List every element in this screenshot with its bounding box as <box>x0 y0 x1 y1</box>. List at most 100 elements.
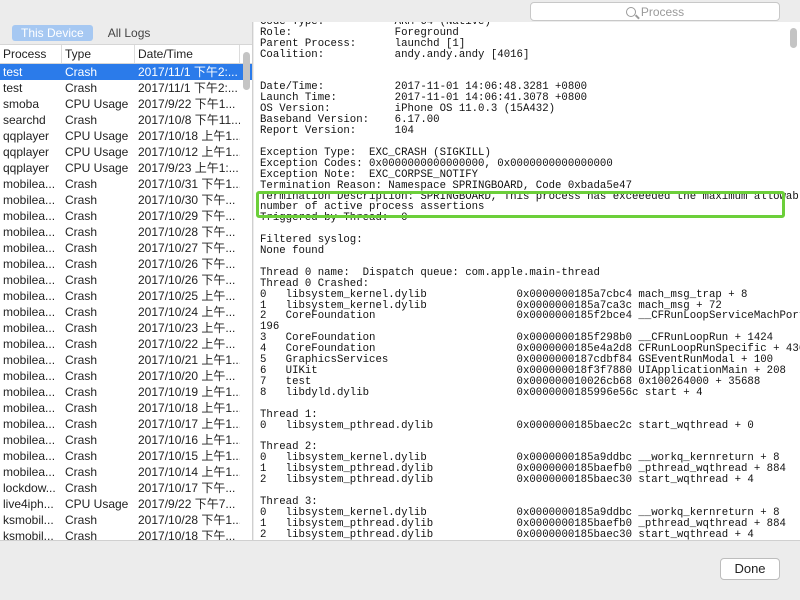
table-row[interactable]: mobilea... Crash 2017/10/16 上午1... <box>0 432 252 448</box>
row-type: CPU Usage <box>65 497 129 511</box>
row-datetime: 2017/10/28 下午... <box>138 225 236 239</box>
table-row[interactable]: mobilea... Crash 2017/10/14 上午1... <box>0 464 252 480</box>
row-datetime: 2017/10/19 上午1... <box>138 385 240 399</box>
source-segmented-control: This Device All Logs <box>0 22 252 44</box>
bottom-bar <box>0 540 800 600</box>
table-row[interactable]: mobilea... Crash 2017/10/30 下午... <box>0 192 252 208</box>
table-row[interactable]: mobilea... Crash 2017/10/20 上午... <box>0 368 252 384</box>
table-row[interactable]: smoba CPU Usage 2017/9/22 下午1... <box>0 96 252 112</box>
table-row[interactable]: mobilea... Crash 2017/10/17 上午1... <box>0 416 252 432</box>
column-header-process[interactable]: Process <box>0 45 62 63</box>
table-row[interactable]: ksmobil... Crash 2017/10/28 下午1... <box>0 512 252 528</box>
row-process: mobilea... <box>3 289 56 303</box>
table-row[interactable]: qqplayer CPU Usage 2017/10/12 上午1... <box>0 144 252 160</box>
row-datetime: 2017/10/21 上午1... <box>138 353 240 367</box>
row-process: qqplayer <box>3 161 50 175</box>
row-datetime: 2017/9/23 上午1:... <box>138 161 239 175</box>
row-process: mobilea... <box>3 417 56 431</box>
table-header: Process Type Date/Time <box>0 44 252 64</box>
row-datetime: 2017/10/24 上午... <box>138 305 236 319</box>
table-row[interactable]: mobilea... Crash 2017/10/21 上午1... <box>0 352 252 368</box>
table-row[interactable]: mobilea... Crash 2017/10/26 下午... <box>0 272 252 288</box>
done-button[interactable]: Done <box>720 558 780 580</box>
row-type: Crash <box>65 81 98 95</box>
row-datetime: 2017/10/18 上午1... <box>138 401 240 415</box>
row-datetime: 2017/10/30 下午... <box>138 193 236 207</box>
row-type: Crash <box>65 353 98 367</box>
list-scrollbar[interactable] <box>243 52 250 90</box>
row-type: CPU Usage <box>65 129 129 143</box>
table-row[interactable]: mobilea... Crash 2017/10/19 上午1... <box>0 384 252 400</box>
table-row[interactable]: live4iph... CPU Usage 2017/9/22 下午7... <box>0 496 252 512</box>
row-process: searchd <box>3 113 46 127</box>
table-row[interactable]: mobilea... Crash 2017/10/23 上午... <box>0 320 252 336</box>
table-row[interactable]: lockdow... Crash 2017/10/17 下午... <box>0 480 252 496</box>
row-process: mobilea... <box>3 449 56 463</box>
row-datetime: 2017/10/29 下午... <box>138 209 236 223</box>
row-process: mobilea... <box>3 177 56 191</box>
table-row[interactable]: mobilea... Crash 2017/10/15 上午1... <box>0 448 252 464</box>
row-process: ksmobil... <box>3 513 54 527</box>
row-type: Crash <box>65 289 98 303</box>
row-process: smoba <box>3 97 40 111</box>
row-process: mobilea... <box>3 209 56 223</box>
row-process: mobilea... <box>3 193 56 207</box>
table-row[interactable]: qqplayer CPU Usage 2017/10/18 上午1... <box>0 128 252 144</box>
row-datetime: 2017/10/26 下午... <box>138 273 236 287</box>
column-header-type[interactable]: Type <box>62 45 135 63</box>
row-datetime: 2017/10/27 下午... <box>138 241 236 255</box>
search-field[interactable]: Process <box>530 2 780 21</box>
row-type: Crash <box>65 513 98 527</box>
row-datetime: 2017/10/18 下午... <box>138 529 236 540</box>
row-type: Crash <box>65 465 98 479</box>
tab-all-logs[interactable]: All Logs <box>99 25 160 41</box>
table-row[interactable]: mobilea... Crash 2017/10/27 下午... <box>0 240 252 256</box>
table-row[interactable]: ksmobil... Crash 2017/10/18 下午... <box>0 528 252 540</box>
row-datetime: 2017/10/17 上午1... <box>138 417 240 431</box>
table-row[interactable]: mobilea... Crash 2017/10/22 上午... <box>0 336 252 352</box>
table-row[interactable]: test Crash 2017/11/1 下午2:... <box>0 64 252 80</box>
table-row[interactable]: mobilea... Crash 2017/10/24 上午... <box>0 304 252 320</box>
row-process: mobilea... <box>3 337 56 351</box>
row-process: live4iph... <box>3 497 54 511</box>
row-type: Crash <box>65 529 98 540</box>
row-datetime: 2017/10/8 下午11... <box>138 113 240 127</box>
crash-log-text: Code Type: ARM-64 (Native) Role: Foregro… <box>260 22 800 540</box>
row-process: ksmobil... <box>3 529 54 540</box>
table-row[interactable]: mobilea... Crash 2017/10/29 下午... <box>0 208 252 224</box>
column-header-datetime[interactable]: Date/Time <box>135 45 240 63</box>
row-process: mobilea... <box>3 321 56 335</box>
tab-this-device[interactable]: This Device <box>12 25 93 41</box>
row-datetime: 2017/10/16 上午1... <box>138 433 240 447</box>
row-type: CPU Usage <box>65 161 129 175</box>
table-row[interactable]: mobilea... Crash 2017/10/18 上午1... <box>0 400 252 416</box>
row-type: Crash <box>65 449 98 463</box>
row-type: Crash <box>65 65 98 79</box>
table-row[interactable]: searchd Crash 2017/10/8 下午11... <box>0 112 252 128</box>
row-process: mobilea... <box>3 369 56 383</box>
row-process: mobilea... <box>3 433 56 447</box>
row-datetime: 2017/10/25 上午... <box>138 289 236 303</box>
table-row[interactable]: mobilea... Crash 2017/10/26 下午... <box>0 256 252 272</box>
row-process: mobilea... <box>3 305 56 319</box>
table-row[interactable]: qqplayer CPU Usage 2017/9/23 上午1:... <box>0 160 252 176</box>
table-row[interactable]: mobilea... Crash 2017/10/28 下午... <box>0 224 252 240</box>
table-row[interactable]: mobilea... Crash 2017/10/31 下午1... <box>0 176 252 192</box>
row-datetime: 2017/10/20 上午... <box>138 369 236 383</box>
row-type: Crash <box>65 257 98 271</box>
row-datetime: 2017/10/22 上午... <box>138 337 236 351</box>
detail-scrollbar[interactable] <box>790 28 797 48</box>
table-row[interactable]: test Crash 2017/11/1 下午2:... <box>0 80 252 96</box>
row-type: Crash <box>65 273 98 287</box>
log-table-body: test Crash 2017/11/1 下午2:... test Crash 2017/… <box>0 64 252 540</box>
row-process: qqplayer <box>3 145 50 159</box>
row-process: mobilea... <box>3 401 56 415</box>
row-type: Crash <box>65 417 98 431</box>
row-datetime: 2017/11/1 下午2:... <box>138 81 238 95</box>
row-type: CPU Usage <box>65 97 129 111</box>
table-row[interactable]: mobilea... Crash 2017/10/25 上午... <box>0 288 252 304</box>
row-type: CPU Usage <box>65 145 129 159</box>
row-type: Crash <box>65 321 98 335</box>
row-process: lockdow... <box>3 481 56 495</box>
row-datetime: 2017/10/14 上午1... <box>138 465 240 479</box>
